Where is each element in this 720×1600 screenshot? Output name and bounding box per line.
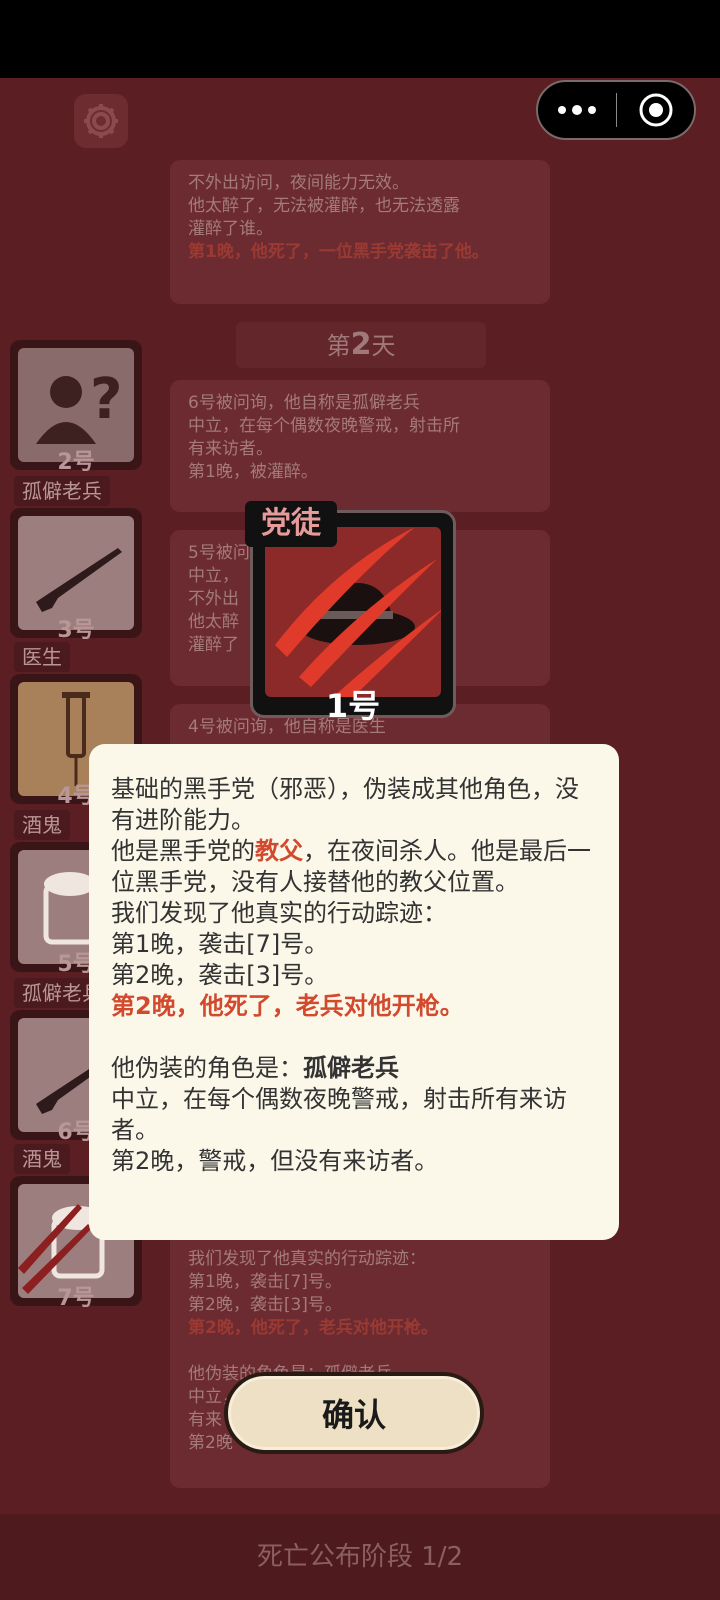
role-label: 党徒 bbox=[245, 501, 337, 547]
log-line: 中立，在每个偶数夜晚警戒，射击所 bbox=[188, 416, 460, 436]
status-bar bbox=[0, 0, 720, 78]
log-line: 不外出访问，夜间能力无效。 bbox=[188, 173, 409, 193]
player-role-tag: 医生 bbox=[14, 642, 70, 672]
log-line: 我们发现了他真实的行动踪迹： bbox=[188, 1249, 426, 1269]
claw-mark-hat-icon bbox=[275, 527, 441, 697]
highlight-godfather: 教父 bbox=[255, 837, 303, 865]
disguise-role: 孤僻老兵 bbox=[303, 1054, 399, 1082]
log-line: 有来访者。 bbox=[188, 439, 273, 459]
death-line: 第2晚，他死了，老兵对他开枪。 bbox=[111, 992, 464, 1020]
revealed-player-card: 党徒 1号 bbox=[245, 501, 456, 725]
player-card-2[interactable]: ? 2号 bbox=[10, 340, 142, 475]
text-segment: 他伪装的角色是： bbox=[111, 1054, 303, 1082]
svg-text:?: ? bbox=[90, 367, 122, 432]
text-segment: 他是黑手党的 bbox=[111, 837, 255, 865]
gear-icon bbox=[84, 104, 118, 138]
more-dots-icon bbox=[588, 106, 596, 114]
more-dots-icon bbox=[558, 106, 566, 114]
player-number: 7号 bbox=[57, 1286, 95, 1311]
player-role-tag: 酒鬼 bbox=[14, 1144, 70, 1174]
log-line: 灌醉了谁。 bbox=[188, 219, 273, 239]
role-info-dialog: 基础的黑手党（邪恶），伪装成其他角色，没有进阶能力。 他是黑手党的教父，在夜间杀… bbox=[89, 744, 619, 1240]
log-line: 6号被问询，他自称是孤僻老兵 bbox=[188, 393, 420, 413]
day-prefix: 第 bbox=[326, 332, 351, 360]
log-death-line: 第2晚，他死了，老兵对他开枪。 bbox=[188, 1318, 438, 1338]
log-line: 第1晚，袭击[7]号。 bbox=[188, 1272, 342, 1292]
trace-night-1: 第1晚，袭击[7]号。 bbox=[111, 930, 329, 958]
miniprogram-capsule bbox=[536, 80, 696, 140]
player-role-tag: 孤僻老兵 bbox=[14, 476, 110, 506]
player-role-tag: 酒鬼 bbox=[14, 810, 70, 840]
log-line: 第1晚，被灌醉。 bbox=[188, 462, 318, 482]
day-number: 2 bbox=[350, 327, 372, 362]
disguise-night-2: 第2晚，警戒，但没有来访者。 bbox=[111, 1147, 439, 1175]
settings-button[interactable] bbox=[74, 94, 128, 148]
phase-indicator: 死亡公布阶段 1/2 bbox=[0, 1514, 720, 1600]
game-screen: 不外出访问，夜间能力无效。 他太醉了，无法被灌醉，也无法透露 灌醉了谁。 第1晚… bbox=[0, 78, 720, 1600]
log-line: 第2晚，袭击[3]号。 bbox=[188, 1295, 342, 1315]
log-death-line: 第1晚，他死了，一位黑手党袭击了他。 bbox=[188, 242, 489, 262]
log-line: 他太醉了，无法被灌醉，也无法透露 bbox=[188, 196, 460, 216]
disguise-description: 中立，在每个偶数夜晚警戒，射击所有来访者。 bbox=[111, 1085, 567, 1144]
player-card-3[interactable]: 孤僻老兵 3号 bbox=[10, 476, 142, 643]
log-card: 不外出访问，夜间能力无效。 他太醉了，无法被灌醉，也无法透露 灌醉了谁。 第1晚… bbox=[170, 160, 550, 304]
confirm-button[interactable]: 确认 bbox=[224, 1372, 484, 1454]
day-banner: 第2天 bbox=[236, 322, 486, 368]
trace-heading: 我们发现了他真实的行动踪迹： bbox=[111, 899, 447, 927]
log-card: 6号被问询，他自称是孤僻老兵 中立，在每个偶数夜晚警戒，射击所 有来访者。 第1… bbox=[170, 380, 550, 512]
target-close-icon bbox=[639, 93, 672, 127]
revealed-player-number: 1号 bbox=[325, 687, 381, 725]
player-number: 3号 bbox=[57, 618, 95, 643]
role-description: 基础的黑手党（邪恶），伪装成其他角色，没有进阶能力。 bbox=[111, 775, 579, 834]
player-number: 2号 bbox=[57, 450, 95, 475]
disguise-line: 他伪装的角色是：孤僻老兵 bbox=[111, 1053, 597, 1084]
role-art bbox=[265, 527, 441, 697]
close-miniprogram-button[interactable] bbox=[617, 82, 694, 138]
confirm-label: 确认 bbox=[228, 1376, 480, 1450]
trace-night-2: 第2晚，袭击[3]号。 bbox=[111, 961, 329, 989]
more-dots-icon bbox=[572, 105, 582, 115]
day-suffix: 天 bbox=[371, 332, 396, 360]
more-button[interactable] bbox=[538, 82, 616, 138]
role-position: 他是黑手党的教父，在夜间杀人。他是最后一位黑手党，没有人接替他的教父位置。 bbox=[111, 836, 597, 898]
